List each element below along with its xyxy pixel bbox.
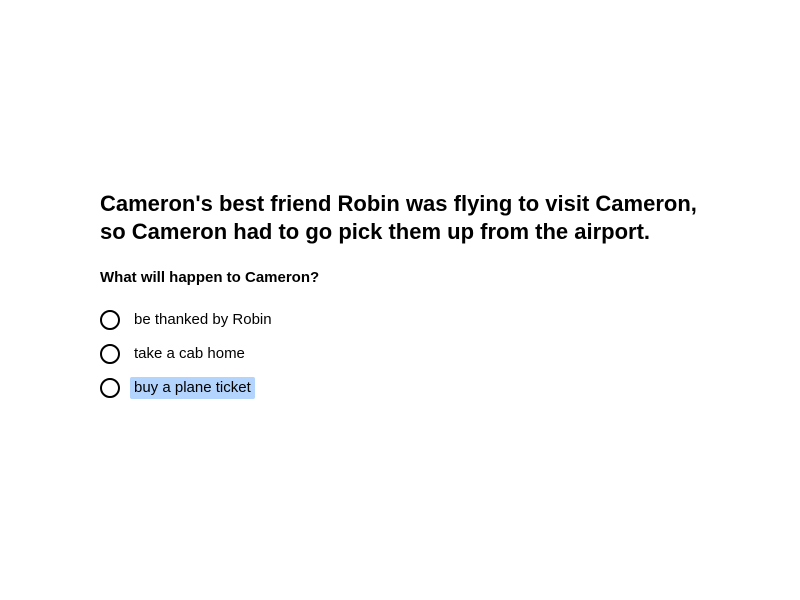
answer-option-2[interactable]: take a cab home <box>100 337 700 371</box>
answer-option-1[interactable]: be thanked by Robin <box>100 303 700 337</box>
radio-button-icon[interactable] <box>100 378 120 398</box>
answer-option-label[interactable]: take a cab home <box>130 343 249 365</box>
passage-text: Cameron's best friend Robin was flying t… <box>100 191 697 244</box>
answer-option-label[interactable]: buy a plane ticket <box>130 377 255 399</box>
question-text: What will happen to Cameron? <box>100 269 320 286</box>
answer-options: be thanked by Robin take a cab home buy … <box>100 303 700 405</box>
question-card: Cameron's best friend Robin was flying t… <box>100 190 700 405</box>
page: Cameron's best friend Robin was flying t… <box>0 0 800 600</box>
radio-button-icon[interactable] <box>100 310 120 330</box>
radio-button-icon[interactable] <box>100 344 120 364</box>
answer-option-3[interactable]: buy a plane ticket <box>100 371 700 405</box>
answer-option-label[interactable]: be thanked by Robin <box>130 309 276 331</box>
